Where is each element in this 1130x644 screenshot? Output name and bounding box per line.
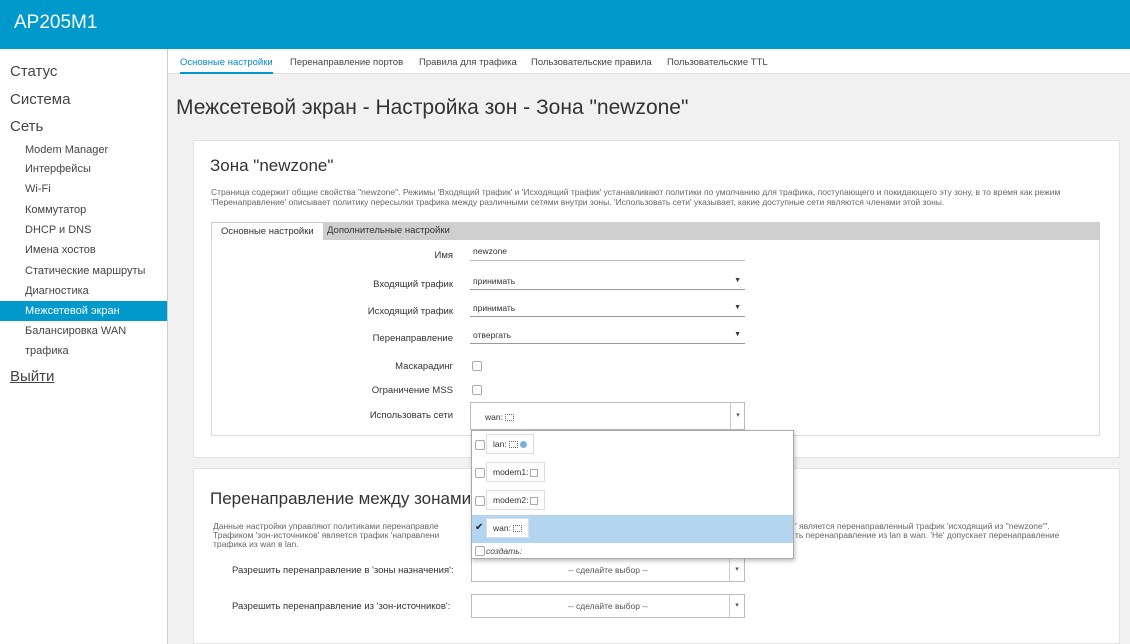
sidebar-item-status[interactable]: Статус [10, 63, 57, 80]
subtab-advanced[interactable]: Дополнительные настройки [318, 222, 459, 240]
allow-from-label: Разрешить перенаправление из 'зон-источн… [232, 601, 451, 612]
wifi-icon [519, 441, 527, 449]
network-option-label: lan: [493, 439, 507, 449]
input-traffic-value: принимать [473, 276, 516, 286]
tab-port-forwarding[interactable]: Перенаправление портов [290, 57, 403, 68]
allow-to-value: -- сделайте выбор -- [568, 565, 648, 575]
tab-custom-rules[interactable]: Пользовательские правила [531, 57, 652, 68]
name-input[interactable]: newzone [470, 246, 745, 261]
allow-from-value: -- сделайте выбор -- [568, 601, 648, 611]
network-option-checkbox[interactable] [475, 468, 485, 478]
networks-selected-tag: wan: [485, 412, 514, 422]
network-create-field[interactable]: создать: [472, 544, 793, 559]
sidebar-item-firewall[interactable]: Межсетевой экран [0, 301, 167, 321]
subtab-general[interactable]: Основные настройки [211, 222, 324, 240]
zone-description: Страница содержит общие свойства "newzon… [211, 187, 1061, 207]
sidebar-item-hostnames[interactable]: Имена хостов [0, 240, 167, 260]
networks-dropdown: lan: modem1: modem2: ✔ wan: создать: [471, 430, 794, 559]
network-create-label: создать: [486, 546, 523, 556]
network-option-label: wan: [493, 523, 511, 533]
input-traffic-select[interactable]: принимать ▼ [470, 272, 745, 290]
network-option-modem1[interactable]: modem1: [472, 459, 793, 487]
network-icon [504, 414, 514, 422]
app-title[interactable]: AP205M1 [14, 12, 97, 34]
masquerading-label: Маскарадинг [395, 361, 453, 372]
mss-clamping-label: Ограничение MSS [371, 385, 453, 396]
input-traffic-label: Входящий трафик [373, 279, 453, 290]
network-option-label: modem1: [493, 467, 529, 477]
output-traffic-select[interactable]: принимать ▼ [470, 299, 745, 317]
allow-to-label: Разрешить перенаправление в 'зоны назнач… [232, 565, 454, 576]
zone-subtabs: Основные настройки Дополнительные настро… [211, 222, 1100, 240]
network-icon [512, 525, 522, 533]
network-option-label: modem2: [493, 495, 529, 505]
chevron-down-icon: ▼ [734, 331, 741, 338]
network-option-checkbox[interactable] [475, 496, 485, 506]
chevron-down-icon: ▼ [734, 277, 741, 284]
sidebar-item-diagnostics[interactable]: Диагностика [0, 281, 167, 301]
forward-value: отвергать [473, 330, 512, 340]
network-option-checkbox[interactable] [475, 440, 485, 450]
forwarding-title: Перенаправление между зонами [210, 489, 472, 508]
chevron-down-icon: ▾ [729, 595, 744, 617]
chevron-down-icon: ▼ [734, 304, 741, 311]
networks-selected-value: wan: [485, 412, 503, 422]
output-traffic-value: принимать [473, 303, 516, 313]
sidebar-item-dhcp-dns[interactable]: DHCP и DNS [0, 220, 167, 240]
chevron-down-icon[interactable]: ▾ [730, 403, 745, 429]
sidebar-item-interfaces[interactable]: Интерфейсы [0, 159, 167, 179]
network-option-chip: wan: [486, 518, 529, 538]
allow-from-row: Разрешить перенаправление из 'зон-источн… [218, 592, 745, 622]
sidebar-item-modem-manager[interactable]: Modem Manager [0, 140, 167, 160]
logout-link[interactable]: Выйти [10, 368, 54, 385]
modem-icon [530, 468, 539, 477]
output-traffic-label: Исходящий трафик [367, 306, 453, 317]
tab-general-settings[interactable]: Основные настройки [180, 57, 273, 74]
forward-select[interactable]: отвергать ▼ [470, 326, 745, 344]
allow-to-row: Разрешить перенаправление в 'зоны назнач… [218, 556, 745, 586]
network-option-chip: lan: [486, 434, 534, 454]
network-option-lan[interactable]: lan: [472, 431, 793, 459]
masquerading-checkbox[interactable] [472, 361, 482, 371]
page-title: Межсетевой экран - Настройка зон - Зона … [176, 96, 689, 119]
forwarding-desc-right-2: ть перенаправление из lan в wan. 'Не' до… [795, 530, 1060, 540]
modem-icon [530, 496, 539, 505]
allow-to-select[interactable]: -- сделайте выбор -- ▾ [471, 558, 745, 582]
forward-label: Перенаправление [372, 333, 453, 344]
zone-title: Зона "newzone" [210, 156, 334, 175]
network-icon [508, 441, 518, 449]
tab-traffic-rules[interactable]: Правила для трафика [419, 57, 517, 68]
network-create-checkbox[interactable] [475, 546, 485, 556]
sidebar-item-switch[interactable]: Коммутатор [0, 200, 167, 220]
top-bar: AP205M1 [0, 0, 1130, 49]
tab-bar: Основные настройки Перенаправление порто… [168, 49, 1130, 74]
tab-custom-ttl[interactable]: Пользовательские TTL [667, 57, 768, 68]
sidebar-item-static-routes[interactable]: Статические маршруты [0, 261, 167, 281]
sidebar-item-wifi[interactable]: Wi-Fi [0, 179, 167, 199]
networks-multiselect[interactable]: wan: ▾ [470, 402, 745, 430]
network-option-modem2[interactable]: modem2: [472, 487, 793, 515]
name-label: Имя [434, 250, 453, 261]
sidebar-item-wan-balancing[interactable]: Балансировка WAN трафика [0, 321, 167, 357]
network-option-chip: modem1: [486, 462, 546, 482]
sidebar-item-network[interactable]: Сеть [10, 118, 43, 135]
sidebar: Статус Система Сеть Modem Manager Интерф… [0, 49, 168, 644]
allow-from-select[interactable]: -- сделайте выбор -- ▾ [471, 594, 745, 618]
forwarding-desc-line3: трафика из wan в lan. [213, 539, 299, 549]
network-option-chip: modem2: [486, 490, 546, 510]
check-icon[interactable]: ✔ [475, 522, 483, 533]
chevron-down-icon: ▾ [729, 559, 744, 581]
mss-clamping-checkbox[interactable] [472, 385, 482, 395]
sidebar-item-system[interactable]: Система [10, 91, 70, 108]
network-option-wan[interactable]: ✔ wan: [472, 515, 793, 543]
networks-label: Использовать сети [369, 410, 453, 421]
